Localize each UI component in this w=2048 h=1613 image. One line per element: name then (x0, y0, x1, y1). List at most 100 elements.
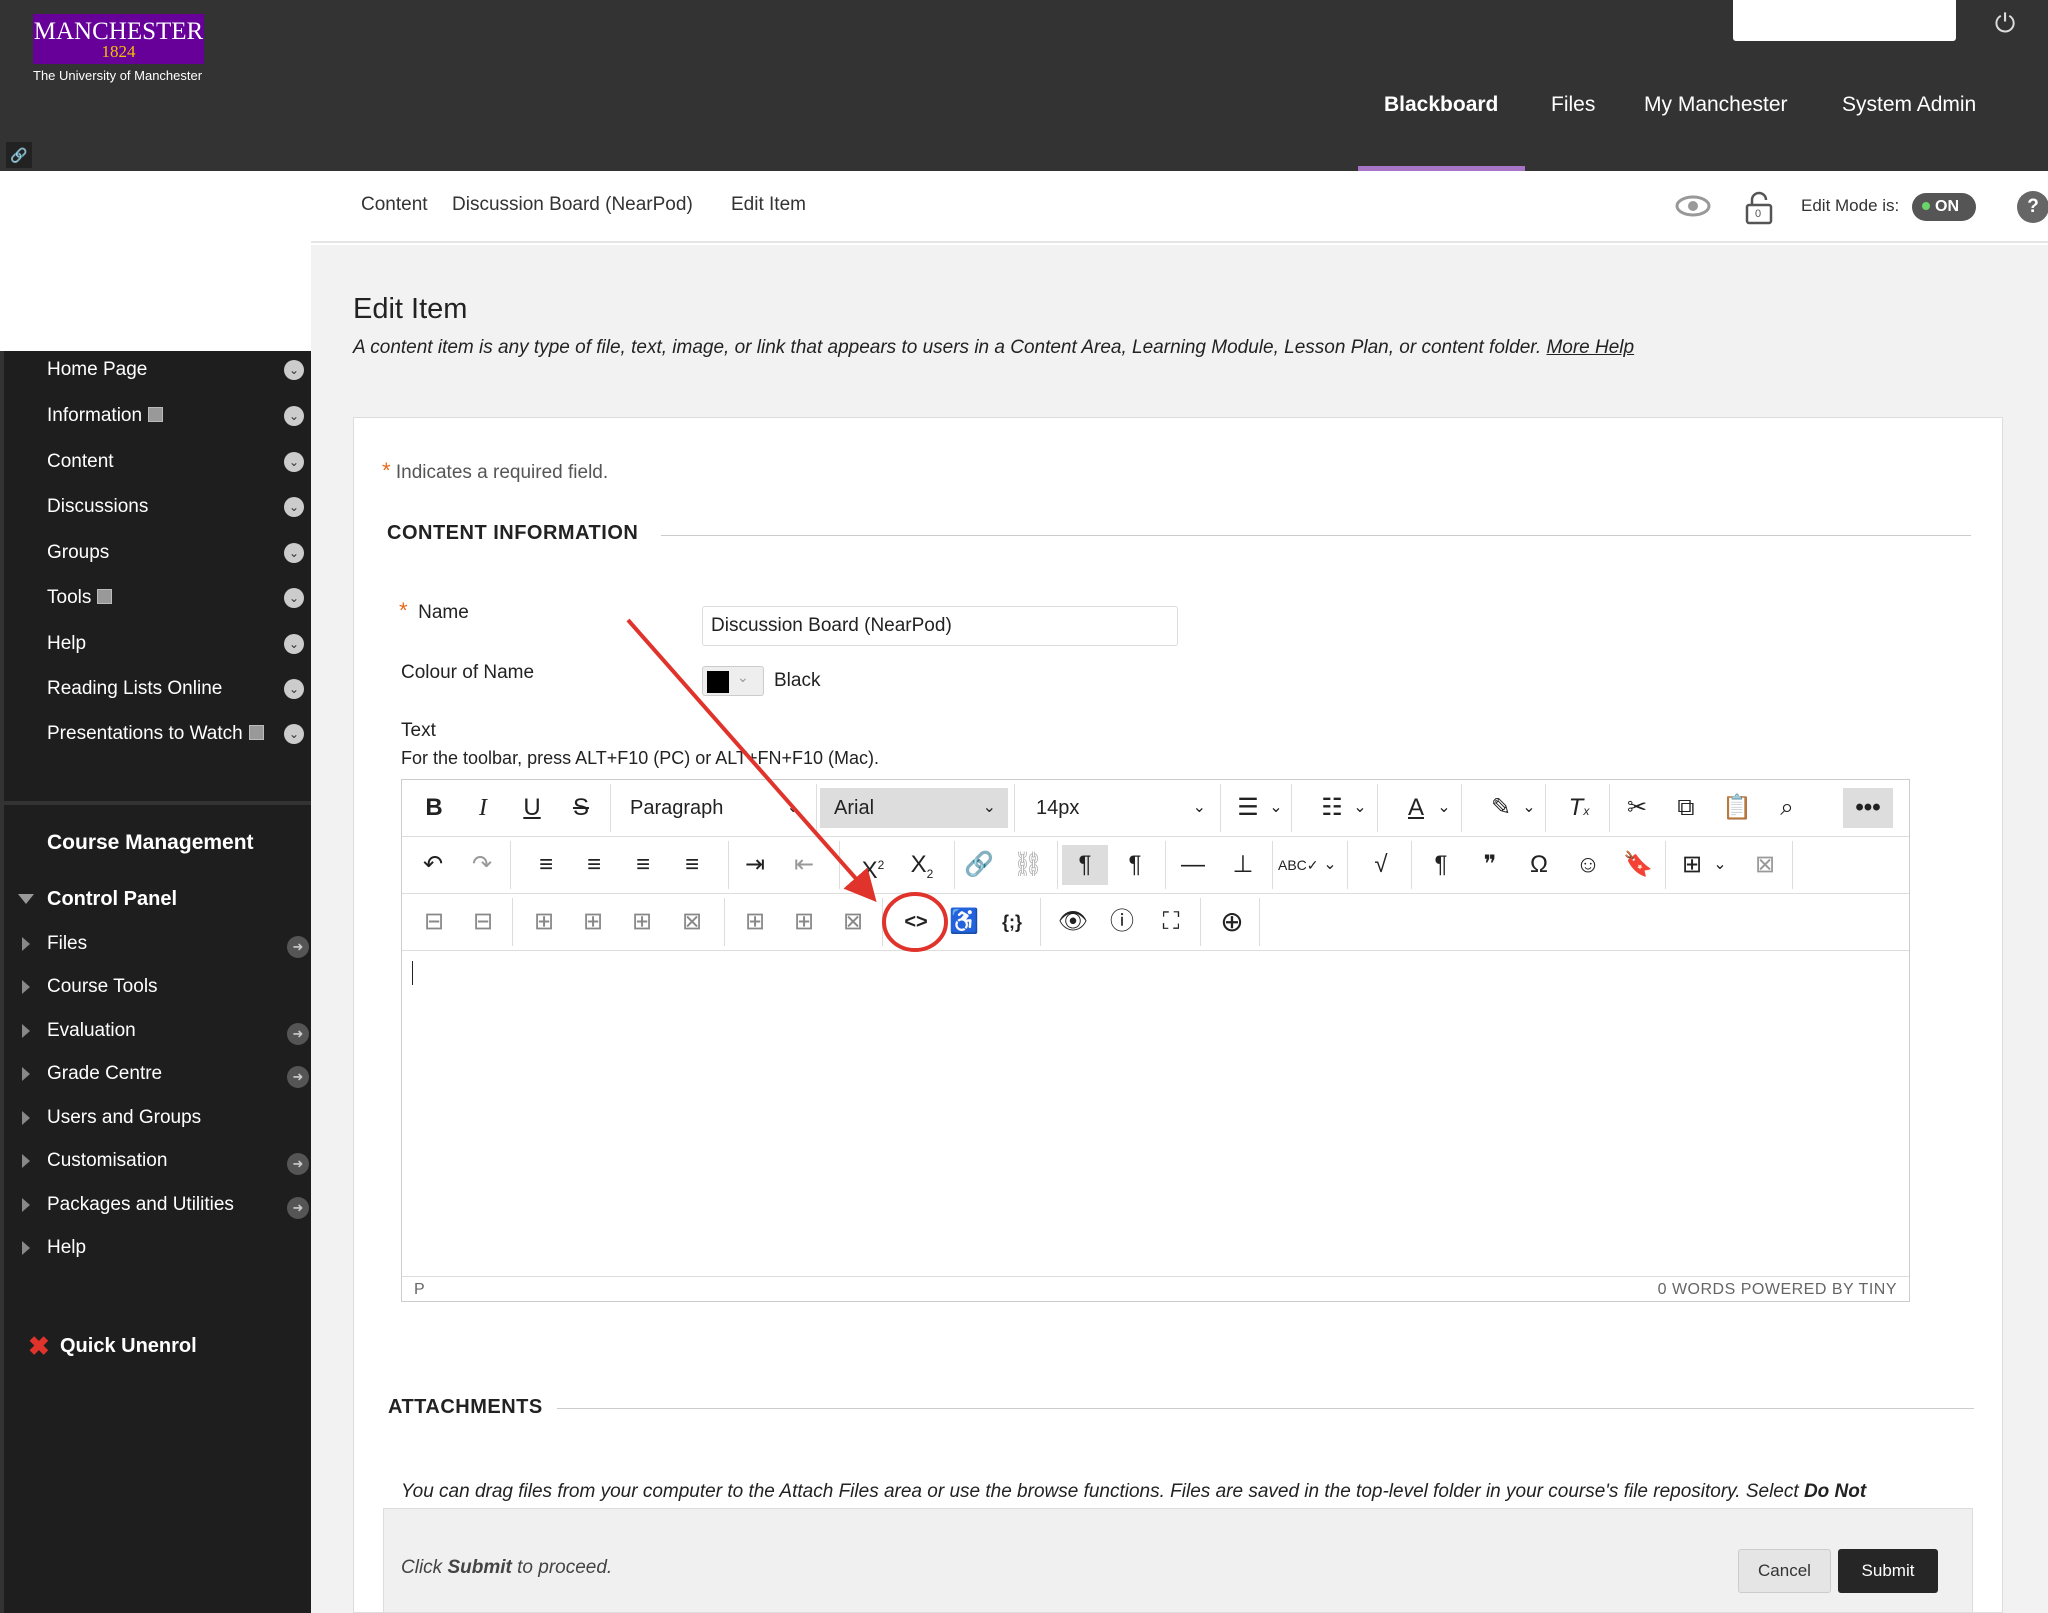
font-size-select[interactable]: 14px ⌄ (1022, 788, 1218, 828)
code-sample-icon[interactable]: {;} (992, 902, 1032, 942)
blockquote-icon[interactable]: ❞ (1470, 845, 1510, 885)
outdent-icon[interactable]: ⇤ (784, 845, 824, 885)
cp-item-evaluation[interactable]: Evaluation (47, 1020, 136, 1042)
element-path[interactable]: P (414, 1277, 425, 1302)
bookmark-icon[interactable]: 🔖 (1618, 845, 1658, 885)
name-field[interactable] (702, 606, 1178, 646)
rtl-icon[interactable]: ¶ (1115, 845, 1155, 885)
chevron-down-icon[interactable]: ⌄ (1318, 845, 1342, 885)
accessibility-icon[interactable]: ♿ (944, 902, 984, 942)
clear-formatting-icon[interactable]: Tx (1559, 788, 1599, 828)
course-menu-help[interactable]: Help (47, 633, 86, 655)
chevron-down-icon[interactable]: ⌄ (284, 497, 304, 517)
chevron-down-icon[interactable]: ⌄ (1517, 788, 1541, 828)
table-icon[interactable]: ⊞ (1672, 845, 1712, 885)
submit-button[interactable]: Submit (1838, 1549, 1938, 1593)
course-menu-content[interactable]: Content (47, 451, 114, 473)
student-preview-icon[interactable] (1674, 191, 1712, 228)
expand-arrow-icon[interactable] (22, 1241, 30, 1255)
nav-files[interactable]: Files (1551, 90, 1595, 120)
go-arrow-icon[interactable]: ➜ (287, 1023, 309, 1045)
breadcrumb-discussion-board[interactable]: Discussion Board (NearPod) (452, 194, 693, 216)
align-right-icon[interactable]: ≡ (623, 845, 663, 885)
cp-item-help[interactable]: Help (47, 1237, 86, 1259)
course-menu-discussions[interactable]: Discussions (47, 496, 148, 518)
expand-arrow-icon[interactable] (22, 1198, 30, 1212)
justify-icon[interactable]: ≡ (672, 845, 712, 885)
spellcheck-icon[interactable]: ABC✓ (1278, 845, 1319, 885)
ltr-icon[interactable]: ¶ (1062, 845, 1108, 885)
emoji-icon[interactable]: ☺ (1568, 845, 1608, 885)
unlink-icon[interactable]: ⛓ (1008, 845, 1048, 885)
cancel-button[interactable]: Cancel (1738, 1549, 1831, 1593)
delete-table-icon[interactable]: ⊠ (1745, 845, 1785, 885)
chevron-down-icon[interactable]: ⌄ (284, 360, 304, 380)
cp-item-course-tools[interactable]: Course Tools (47, 976, 158, 998)
text-color-icon[interactable]: A (1396, 788, 1436, 828)
expand-arrow-icon[interactable] (22, 937, 30, 951)
merge-cells-icon[interactable]: ⊞ (622, 902, 662, 942)
chevron-down-icon[interactable]: ⌄ (1708, 845, 1732, 885)
course-menu-home-page[interactable]: Home Page (47, 359, 147, 381)
superscript-icon[interactable]: X2 (853, 845, 893, 885)
chevron-down-icon[interactable]: ⌄ (284, 543, 304, 563)
bullet-list-icon[interactable]: ☰ (1228, 788, 1268, 828)
cp-item-files[interactable]: Files (47, 933, 87, 955)
expand-arrow-icon[interactable] (22, 980, 30, 994)
horizontal-rule-icon[interactable]: — (1173, 845, 1213, 885)
go-arrow-icon[interactable]: ➜ (287, 1066, 309, 1088)
table-row-props-icon[interactable]: ⊟ (414, 902, 454, 942)
chevron-down-icon[interactable]: ⌄ (1264, 788, 1288, 828)
numbered-list-icon[interactable]: ☷ (1312, 788, 1352, 828)
go-arrow-icon[interactable]: ➜ (287, 936, 309, 958)
align-center-icon[interactable]: ≡ (574, 845, 614, 885)
nav-system-admin[interactable]: System Admin (1842, 90, 1976, 120)
expand-arrow-icon[interactable] (22, 1154, 30, 1168)
redo-icon[interactable]: ↷ (462, 845, 502, 885)
help-icon[interactable]: ⓘ (1102, 902, 1142, 942)
university-logo[interactable]: MANCHESTER 1824 (33, 14, 204, 64)
link-icon[interactable]: 🔗 (6, 142, 32, 168)
course-menu-tools[interactable]: Tools (47, 587, 113, 609)
help-icon[interactable]: ? (2017, 191, 2048, 223)
copy-icon[interactable]: ⧉ (1666, 788, 1706, 828)
expand-arrow-icon[interactable] (22, 1111, 30, 1125)
lock-icon[interactable]: 0 (1744, 191, 1774, 232)
go-arrow-icon[interactable]: ➜ (287, 1197, 309, 1219)
insert-row-before-icon[interactable]: ⊞ (524, 902, 564, 942)
course-menu-presentations[interactable]: Presentations to Watch (47, 723, 264, 745)
quick-unenrol-link[interactable]: Quick Unenrol (60, 1335, 197, 1358)
source-code-icon[interactable]: <> (896, 902, 936, 942)
cp-item-packages[interactable]: Packages and Utilities (47, 1194, 234, 1216)
insert-column-before-icon[interactable]: ⊞ (735, 902, 775, 942)
undo-icon[interactable]: ↶ (413, 845, 453, 885)
expand-arrow-icon[interactable] (22, 1067, 30, 1081)
more-help-link[interactable]: More Help (1546, 337, 1634, 358)
block-format-select[interactable]: Paragraph ⌄ (616, 788, 812, 828)
expand-arrow-icon[interactable] (22, 1024, 30, 1038)
align-left-icon[interactable]: ≡ (526, 845, 566, 885)
header-search-box[interactable] (1733, 0, 1956, 41)
chevron-down-icon[interactable]: ⌄ (284, 724, 304, 744)
chevron-down-icon[interactable]: ⌄ (1432, 788, 1456, 828)
chevron-down-icon[interactable]: ⌄ (284, 588, 304, 608)
table-cell-props-icon[interactable]: ⊟ (463, 902, 503, 942)
editor-text-area[interactable] (402, 951, 1909, 1276)
italic-icon[interactable]: I (463, 788, 503, 828)
chevron-down-icon[interactable]: ⌄ (284, 634, 304, 654)
insert-break-icon[interactable]: ⊥ (1223, 845, 1263, 885)
subscript-icon[interactable]: X2 (902, 845, 942, 885)
cut-icon[interactable]: ✂ (1617, 788, 1657, 828)
chevron-down-icon[interactable]: ⌄ (284, 452, 304, 472)
chevron-down-icon[interactable]: ⌄ (1348, 788, 1372, 828)
chevron-down-icon[interactable]: ⌄ (284, 406, 304, 426)
bold-icon[interactable]: B (414, 788, 454, 828)
delete-column-icon[interactable]: ⊠ (833, 902, 873, 942)
breadcrumb-content[interactable]: Content (361, 194, 428, 216)
underline-icon[interactable]: U (512, 788, 552, 828)
insert-column-after-icon[interactable]: ⊞ (784, 902, 824, 942)
power-icon[interactable]: ⏻ (1986, 4, 2024, 42)
math-icon[interactable]: √ (1361, 845, 1401, 885)
cp-item-customisation[interactable]: Customisation (47, 1150, 167, 1172)
indent-icon[interactable]: ⇥ (735, 845, 775, 885)
